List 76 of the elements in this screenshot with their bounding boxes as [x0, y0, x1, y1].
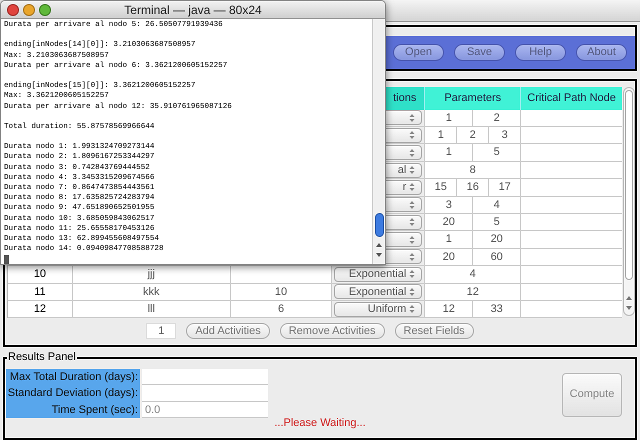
table-cell: 12 — [8, 300, 73, 318]
table-cell: kkk — [72, 284, 231, 300]
parameter-cell[interactable]: 20 — [442, 248, 455, 266]
parameter-cell[interactable]: 2 — [494, 110, 500, 126]
distribution-dropdown[interactable] — [386, 128, 422, 143]
distribution-dropdown[interactable] — [386, 232, 422, 248]
distribution-dropdown[interactable] — [386, 214, 422, 230]
stepper-arrows-icon — [409, 286, 416, 297]
table-cell: lll — [72, 300, 231, 318]
stepper-arrows-icon — [409, 130, 416, 140]
parameter-cell[interactable]: 2 — [470, 127, 476, 144]
parameter-cell[interactable]: 1 — [446, 144, 452, 161]
distribution-dropdown[interactable]: Exponential — [334, 284, 422, 300]
close-button[interactable] — [7, 4, 19, 16]
stepper-arrows-icon — [409, 148, 416, 158]
stepper-arrows-icon — [409, 200, 416, 210]
distribution-dropdown[interactable] — [386, 145, 422, 160]
field-label: Time Spent (sec): — [6, 402, 140, 418]
stepper-arrows-icon — [409, 217, 416, 228]
parameter-cell[interactable]: 1 — [438, 127, 444, 144]
count-field[interactable]: 1 — [146, 323, 176, 340]
parameter-cell[interactable]: 20 — [490, 231, 503, 248]
table-cell: 11 — [8, 284, 73, 300]
text-cursor — [4, 255, 9, 264]
stepper-arrows-icon — [409, 304, 416, 314]
parameter-cell[interactable]: 20 — [442, 214, 455, 230]
distribution-dropdown[interactable] — [386, 110, 422, 126]
parameter-cell[interactable]: 1 — [446, 110, 452, 126]
column-header[interactable]: Critical Path Node — [520, 86, 622, 110]
minimize-button[interactable] — [23, 4, 35, 16]
parameter-cell[interactable]: 4 — [470, 266, 476, 283]
distribution-dropdown[interactable]: Uniform — [334, 302, 422, 317]
column-header[interactable]: Parameters — [424, 86, 520, 110]
table-cell: jjj — [72, 266, 231, 283]
field-label: Standard Deviation (days): — [6, 385, 140, 402]
parameter-cell[interactable]: 12 — [466, 284, 479, 300]
parameter-cell[interactable]: 8 — [470, 162, 476, 178]
distribution-dropdown[interactable] — [386, 197, 422, 212]
parameter-cell[interactable]: 5 — [494, 214, 500, 230]
action-button[interactable]: Add Activities — [186, 323, 270, 340]
parameter-cell[interactable]: 17 — [498, 179, 511, 196]
distribution-dropdown[interactable]: Exponential — [334, 266, 422, 282]
parameter-cell[interactable]: 4 — [494, 196, 500, 214]
parameter-cell[interactable]: 12 — [442, 300, 455, 318]
stepper-arrows-icon — [409, 269, 416, 280]
stepper-arrows-icon — [409, 234, 416, 245]
scrollbar-thumb[interactable] — [625, 90, 633, 280]
window-title: Terminal — java — 80x24 — [124, 2, 262, 16]
zoom-button[interactable] — [39, 4, 51, 16]
parameter-cell[interactable]: 3 — [446, 196, 452, 214]
stepper-arrows-icon — [409, 165, 416, 176]
field-label: Max Total Duration (days): — [6, 368, 140, 386]
parameter-cell[interactable]: 16 — [466, 179, 479, 196]
scrollbar[interactable] — [623, 86, 635, 316]
action-button[interactable]: Reset Fields — [394, 323, 474, 340]
stepper-arrows-icon — [409, 112, 416, 123]
parameter-cell[interactable]: 33 — [490, 300, 503, 318]
column-header[interactable]: tions — [386, 86, 424, 110]
action-button[interactable]: Remove Activities — [280, 323, 385, 340]
input-field[interactable] — [142, 385, 268, 402]
terminal-scrollbar[interactable] — [372, 19, 385, 264]
parameter-cell[interactable]: 3 — [502, 127, 508, 144]
table-cell: 10 — [8, 266, 73, 283]
parameter-cell[interactable]: 60 — [490, 248, 503, 266]
distribution-dropdown[interactable]: al — [386, 162, 422, 178]
status-message: ...Please Waiting... — [273, 417, 367, 430]
stepper-arrows-icon — [409, 252, 416, 262]
scrollbar-thumb[interactable] — [374, 213, 384, 237]
input-field[interactable] — [142, 368, 268, 386]
input-field[interactable]: 0.0 — [142, 402, 268, 418]
parameter-cell[interactable]: 15 — [434, 179, 447, 196]
parameter-cell[interactable]: 5 — [494, 144, 500, 161]
stepper-arrows-icon — [409, 182, 416, 192]
distribution-dropdown[interactable] — [386, 249, 422, 264]
parameter-cell[interactable]: 1 — [446, 231, 452, 248]
distribution-dropdown[interactable]: r — [386, 180, 422, 195]
